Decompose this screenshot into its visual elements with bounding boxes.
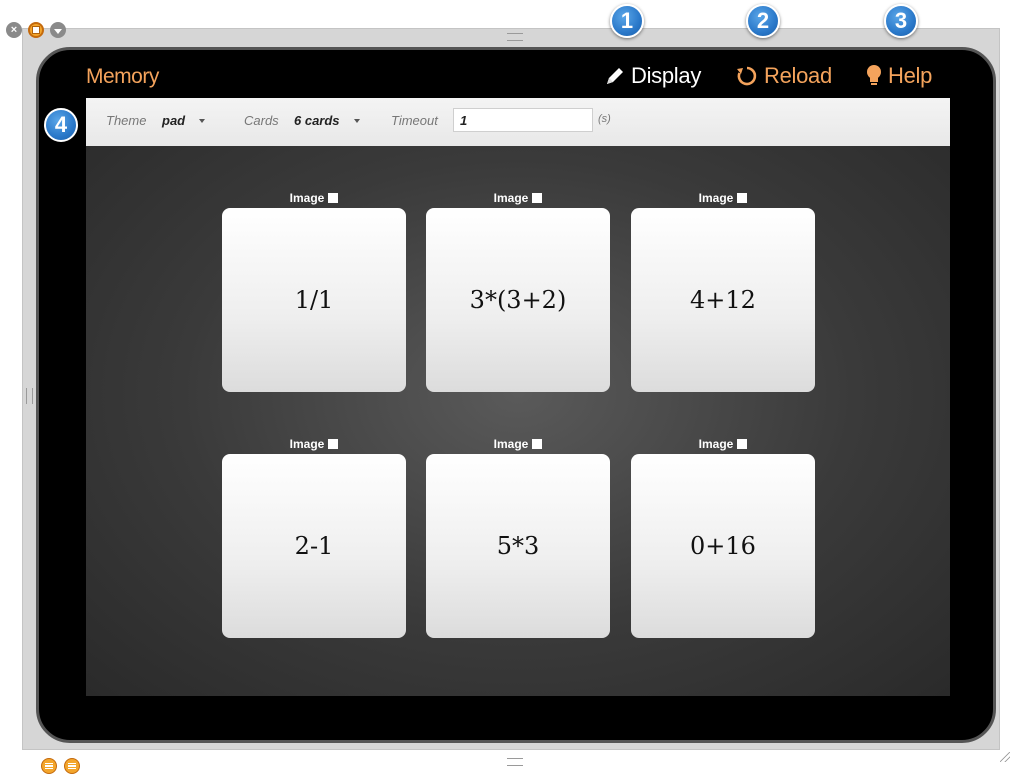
image-toggle[interactable]: Image (631, 434, 815, 454)
reload-icon (735, 64, 759, 88)
top-drag-handle[interactable] (507, 33, 523, 41)
bottom-drag-handle[interactable] (507, 758, 523, 766)
image-toggle-label: Image (698, 191, 734, 205)
card-slot: Image 5*3 (426, 434, 610, 638)
image-checkbox[interactable] (328, 193, 339, 203)
memory-card[interactable]: 2-1 (222, 454, 406, 638)
image-checkbox[interactable] (532, 439, 543, 449)
card-slot: Image 3*(3+2) (426, 188, 610, 392)
settings-toolbar: Theme pad Cards 6 cards Timeout (s) (86, 98, 950, 146)
memory-card[interactable]: 4+12 (631, 208, 815, 392)
memory-card[interactable]: 1/1 (222, 208, 406, 392)
reload-button[interactable]: Reload (735, 63, 832, 89)
app-title: Memory (86, 65, 159, 88)
image-toggle-label: Image (289, 437, 325, 451)
image-toggle[interactable]: Image (426, 188, 610, 208)
help-button[interactable]: Help (865, 63, 932, 89)
card-slot: Image 2-1 (222, 434, 406, 638)
chevron-down-icon (199, 118, 206, 123)
image-checkbox[interactable] (737, 193, 748, 203)
callout-badge-4: 4 (44, 108, 78, 142)
collapse-icon[interactable] (50, 22, 66, 38)
theme-value: pad (162, 113, 186, 128)
image-toggle-label: Image (698, 437, 734, 451)
image-toggle-label: Image (493, 191, 529, 205)
lightbulb-icon (865, 64, 883, 88)
image-toggle[interactable]: Image (426, 434, 610, 454)
image-toggle-label: Image (289, 191, 325, 205)
cards-select[interactable]: 6 cards (294, 113, 360, 128)
close-icon[interactable]: × (6, 22, 22, 38)
image-checkbox[interactable] (737, 439, 748, 449)
help-label: Help (888, 63, 933, 88)
chevron-down-icon (353, 118, 360, 123)
menu-icon[interactable] (41, 758, 57, 774)
left-drag-handle[interactable] (26, 388, 33, 404)
card-slot: Image 4+12 (631, 188, 815, 392)
cards-value: 6 cards (294, 113, 340, 128)
card-slot: Image 1/1 (222, 188, 406, 392)
menu-icon[interactable] (64, 758, 80, 774)
card-slot: Image 0+16 (631, 434, 815, 638)
callout-badge-2: 2 (746, 4, 780, 38)
restore-icon[interactable] (28, 22, 44, 38)
theme-select[interactable]: pad (162, 113, 206, 128)
game-board: Image 1/1 Image 3*(3+2) Image 4+12 Image… (86, 146, 950, 696)
resize-grip-icon[interactable] (1000, 752, 1010, 762)
callout-badge-1: 1 (610, 4, 644, 38)
image-checkbox[interactable] (532, 193, 543, 203)
memory-card[interactable]: 0+16 (631, 454, 815, 638)
cards-label: Cards (244, 113, 279, 128)
memory-card[interactable]: 5*3 (426, 454, 610, 638)
image-toggle[interactable]: Image (222, 188, 406, 208)
image-toggle[interactable]: Image (222, 434, 406, 454)
timeout-input[interactable] (453, 108, 593, 132)
image-toggle-label: Image (493, 437, 529, 451)
timeout-label: Timeout (391, 113, 438, 128)
callout-badge-3: 3 (884, 4, 918, 38)
pencil-icon (604, 65, 626, 87)
reload-label: Reload (764, 63, 832, 88)
timeout-unit: (s) (598, 113, 611, 125)
image-checkbox[interactable] (328, 439, 339, 449)
display-button[interactable]: Display (604, 63, 701, 89)
display-label: Display (631, 63, 702, 88)
image-toggle[interactable]: Image (631, 188, 815, 208)
theme-label: Theme (106, 113, 147, 128)
memory-card[interactable]: 3*(3+2) (426, 208, 610, 392)
